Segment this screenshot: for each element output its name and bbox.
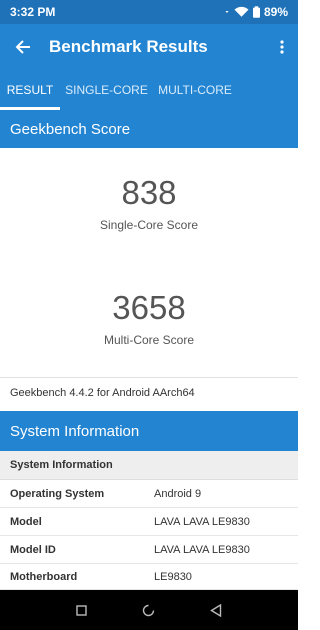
geekbench-score-header: Geekbench Score bbox=[0, 110, 298, 148]
geekbench-score-title: Geekbench Score bbox=[10, 120, 131, 138]
more-vertical-icon bbox=[280, 40, 284, 54]
tab-multi-core[interactable]: MULTI-CORE bbox=[153, 70, 237, 110]
recents-button[interactable] bbox=[72, 600, 92, 620]
multi-core-score-value: 3658 bbox=[112, 289, 186, 326]
multi-core-score-block: 3658 Multi-Core Score bbox=[0, 289, 298, 347]
row-key: Model bbox=[10, 515, 42, 528]
tab-result[interactable]: RESULT bbox=[0, 70, 60, 110]
arrow-left-icon bbox=[15, 40, 30, 54]
page-title: Benchmark Results bbox=[49, 37, 208, 56]
row-key: Model ID bbox=[10, 543, 56, 556]
back-nav-button[interactable] bbox=[206, 600, 226, 620]
status-icons: 89% bbox=[224, 5, 288, 19]
back-triangle-icon bbox=[210, 603, 222, 617]
row-value: Android 9 bbox=[154, 487, 202, 500]
table-row: Model LAVA LAVA LE9830 bbox=[0, 508, 298, 536]
system-navigation-bar bbox=[0, 590, 298, 630]
system-information-subheader: System Information bbox=[0, 451, 298, 480]
single-core-score-value: 838 bbox=[121, 174, 177, 211]
single-core-score-label: Single-Core Score bbox=[99, 218, 199, 232]
system-information-subheader-label: System Information bbox=[10, 459, 113, 471]
tab-single-core[interactable]: SINGLE-CORE bbox=[60, 70, 153, 110]
wifi-icon bbox=[234, 6, 249, 17]
version-row: Geekbench 4.4.2 for Android AArch64 bbox=[0, 377, 298, 408]
system-information-title: System Information bbox=[10, 422, 140, 440]
tab-bar: RESULT SINGLE-CORE MULTI-CORE bbox=[0, 70, 298, 110]
back-button[interactable] bbox=[0, 24, 46, 70]
multi-core-score-label: Multi-Core Score bbox=[103, 333, 195, 347]
home-button[interactable] bbox=[139, 600, 159, 620]
app-bar: Benchmark Results bbox=[0, 24, 298, 70]
overflow-menu-button[interactable] bbox=[266, 24, 298, 70]
row-value: LE9830 bbox=[154, 570, 192, 583]
table-row: Motherboard LE9830 bbox=[0, 564, 298, 590]
table-row: Model ID LAVA LAVA LE9830 bbox=[0, 536, 298, 564]
recents-square-icon bbox=[76, 604, 87, 616]
battery-icon bbox=[252, 6, 260, 18]
row-value: LAVA LAVA LE9830 bbox=[154, 515, 250, 528]
row-key: Motherboard bbox=[10, 570, 78, 583]
status-time: 3:32 PM bbox=[10, 5, 56, 19]
table-row: Operating System Android 9 bbox=[0, 480, 298, 508]
row-value: LAVA LAVA LE9830 bbox=[154, 543, 250, 556]
system-information-header: System Information bbox=[0, 411, 298, 451]
battery-percent: 89% bbox=[263, 5, 288, 19]
version-text: Geekbench 4.4.2 for Android AArch64 bbox=[10, 387, 195, 399]
dot-indicator-icon bbox=[225, 11, 229, 13]
single-core-score-block: 838 Single-Core Score bbox=[0, 174, 298, 232]
row-key: Operating System bbox=[10, 487, 105, 500]
home-circle-icon bbox=[143, 604, 155, 616]
status-bar: 3:32 PM 89% bbox=[0, 0, 298, 24]
